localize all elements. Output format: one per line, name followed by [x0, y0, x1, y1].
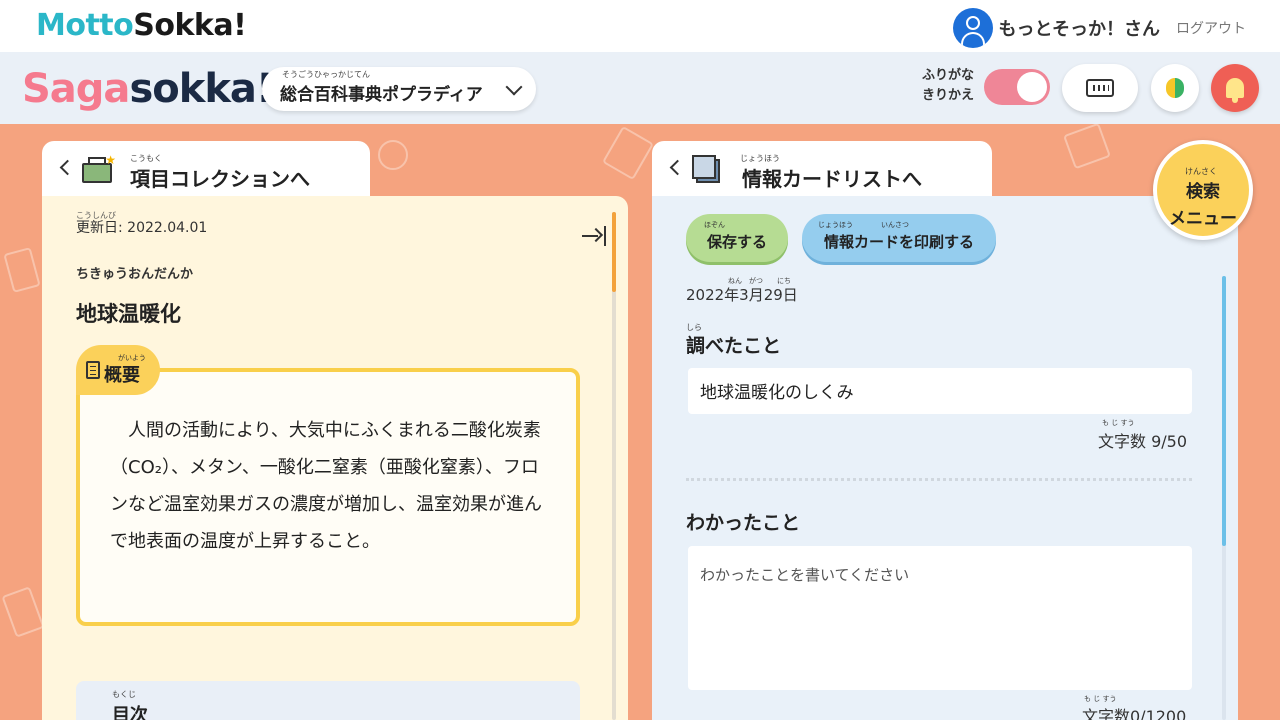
overview-text: 人間の活動により、大気中にふくまれる二酸化炭素（CO₂）、メタン、一酸化二窒素（…: [110, 420, 542, 552]
researched-input[interactable]: 地球温暖化のしくみ: [688, 368, 1192, 414]
learned-label: わかったこと: [686, 512, 801, 534]
background-decoration: [601, 125, 655, 181]
print-ruby: じょうほう いんさつ: [818, 221, 909, 229]
menu-label: メニュー: [1169, 209, 1237, 229]
scrollbar[interactable]: [612, 212, 616, 720]
logo-part-saga: Saga: [22, 66, 130, 112]
article-kana-title: ちきゅうおんだんか: [76, 267, 194, 282]
learned-char-count: 文字数0/1200: [1082, 707, 1187, 720]
toggle-knob: [1017, 72, 1047, 102]
divider: [686, 478, 1192, 481]
scrollbar-thumb[interactable]: [1222, 276, 1226, 546]
learned-textarea[interactable]: わかったことを書いてください: [688, 546, 1192, 690]
dictionary-label: 総合百科事典ポプラディア: [280, 85, 483, 105]
keyboard-icon: [1086, 79, 1114, 97]
bell-icon: [1226, 78, 1244, 103]
save-ruby: ほぞん: [704, 221, 725, 229]
furigana-label-line2: きりかえ: [922, 88, 975, 103]
toc-ruby: もくじ: [112, 690, 136, 699]
user-area: もっとそっか！さん ログアウト: [952, 8, 1246, 48]
article-title: 地球温暖化: [76, 302, 181, 326]
card-date: 2022年3月29日: [686, 286, 798, 304]
beginner-mark-button[interactable]: [1151, 64, 1199, 112]
info-card-panel: ほぞん 保存する じょうほう いんさつ 情報カードを印刷する ねん がつ にち …: [652, 196, 1238, 720]
background-decoration: [378, 140, 408, 170]
dictionary-ruby: そうごうひゃっかじてん: [282, 70, 370, 79]
furigana-label-line1: ふりがな: [922, 68, 975, 83]
researched-label: 調べたこと: [686, 335, 782, 357]
keyboard-button[interactable]: [1062, 64, 1138, 112]
search-ruby: けんさく: [1185, 167, 1217, 176]
update-date: 更新日: 2022.04.01: [76, 220, 208, 236]
user-name: もっとそっか！さん: [998, 19, 1160, 40]
info-card-icon: [692, 155, 720, 183]
overview-tag: がいよう 概要: [76, 345, 160, 395]
table-of-contents: もくじ 目次: [76, 681, 580, 720]
collapse-panel-icon[interactable]: [582, 226, 606, 246]
toc-label: 目次: [112, 705, 148, 720]
furigana-toggle[interactable]: [984, 69, 1050, 105]
chevron-left-icon: [669, 159, 686, 176]
logo-part-sokka: Sokka!: [133, 8, 247, 43]
info-card-list-tab[interactable]: じょうほう 情報カードリストへ: [652, 141, 992, 199]
search-menu-button[interactable]: けんさく 検索 メニュー: [1153, 140, 1253, 240]
motto-sokka-logo[interactable]: MottoSokka!: [36, 8, 247, 43]
chevron-down-icon: [505, 78, 523, 96]
overview-box: 人間の活動により、大気中にふくまれる二酸化炭素（CO₂）、メタン、一酸化二窒素（…: [76, 368, 580, 626]
article-panel: こうしんび 更新日: 2022.04.01 ちきゅうおんだんか 地球温暖化 人間…: [42, 196, 628, 720]
item-collection-tab[interactable]: ★ こうもく 項目コレクションへ: [42, 141, 370, 199]
dictionary-select[interactable]: そうごうひゃっかじてん 総合百科事典ポプラディア: [262, 67, 536, 111]
logo-part-motto: Motto: [36, 8, 134, 43]
count-ruby: も じ すう: [1102, 419, 1135, 427]
beginner-leaf-icon: [1166, 76, 1184, 100]
overview-ruby: がいよう: [118, 354, 146, 362]
tab-label: 情報カードリストへ: [742, 167, 922, 191]
scrollbar-thumb[interactable]: [612, 212, 616, 292]
chevron-left-icon: [59, 159, 76, 176]
researched-char-count: 文字数 9/50: [1098, 432, 1188, 451]
scrollbar[interactable]: [1222, 276, 1226, 720]
furigana-toggle-label: ふりがな きりかえ: [922, 66, 974, 106]
search-label: 検索: [1186, 182, 1220, 202]
document-icon: [86, 361, 100, 379]
logout-link[interactable]: ログアウト: [1176, 18, 1246, 38]
top-bar: MottoSokka! もっとそっか！さん ログアウト: [0, 0, 1280, 52]
notification-button[interactable]: [1211, 64, 1259, 112]
print-card-button[interactable]: じょうほう いんさつ 情報カードを印刷する: [802, 214, 996, 262]
save-button[interactable]: ほぞん 保存する: [686, 214, 788, 262]
background-decoration: [1062, 122, 1112, 170]
background-decoration: [1, 586, 45, 638]
tab-label: 項目コレクションへ: [130, 167, 310, 191]
background-decoration: [3, 247, 41, 293]
user-avatar-icon[interactable]: [952, 8, 993, 48]
saga-sokka-logo[interactable]: Sagasokka!: [22, 66, 274, 112]
logo-part-sokka2: sokka!: [129, 66, 274, 112]
folder-icon: ★: [82, 153, 116, 183]
